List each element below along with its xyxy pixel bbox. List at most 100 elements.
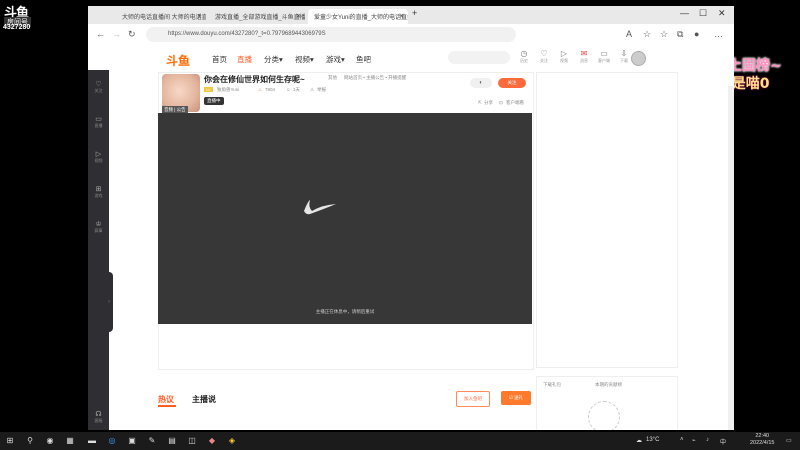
heart-icon: ♡ bbox=[95, 81, 102, 88]
trophy-icon: ♔ bbox=[95, 221, 102, 228]
search-icon[interactable]: ⚲ bbox=[24, 435, 36, 447]
app-icon-5[interactable]: ◆ bbox=[206, 435, 218, 447]
sidebar-item-service[interactable]: ☊ 客服 bbox=[88, 410, 109, 424]
clock-date: 2022/4/15 bbox=[750, 440, 775, 446]
video-icon: ▷ bbox=[95, 151, 102, 158]
sidebar-item-follow[interactable]: ♡ 关注 bbox=[88, 80, 109, 94]
weather-icon[interactable]: ☁ bbox=[636, 437, 642, 444]
refresh-icon[interactable]: ↻ bbox=[128, 29, 136, 40]
sidebar-item-label: 客服 bbox=[94, 418, 103, 423]
edge-icon[interactable]: ◎ bbox=[106, 435, 118, 447]
close-icon[interactable]: ✕ bbox=[197, 13, 202, 20]
favorites-icon[interactable]: ☆ bbox=[660, 29, 668, 40]
headset-icon: ☊ bbox=[95, 411, 102, 418]
sidebar-collapse-handle[interactable]: › bbox=[105, 272, 113, 332]
nav-live[interactable]: 直播 bbox=[237, 54, 252, 65]
heart-icon: ♡ bbox=[540, 49, 548, 58]
nav-yuba[interactable]: 鱼吧 bbox=[356, 54, 371, 65]
sidebar-item-game[interactable]: ⊞ 游戏 bbox=[88, 185, 109, 199]
active-tab-underline bbox=[158, 405, 176, 407]
back-icon[interactable]: ← bbox=[96, 29, 105, 39]
tab-label: 大师的电话直播间 大师的电话直播 bbox=[122, 15, 206, 21]
fire-icon: ♨ bbox=[258, 87, 263, 92]
nav-category[interactable]: 分类▾ bbox=[264, 54, 283, 65]
video-player[interactable]: 主播正在休息中，请稍后重试 bbox=[158, 113, 532, 324]
level-tag: LV bbox=[204, 87, 213, 92]
tray-chevron-icon[interactable]: ˄ bbox=[680, 437, 684, 443]
start-icon[interactable]: ⊞ bbox=[4, 435, 16, 447]
sidebar-item-label: 游戏 bbox=[94, 193, 103, 198]
room-sub-meta: 网站首页 • 主播公告 • 开播提醒 bbox=[344, 75, 407, 80]
douyu-page: 斗鱼 首页 直播 分类▾ 视频▾ 游戏▾ 鱼吧 ◷ 历史 ♡ 关注 ▷ 视频 ✉ 消息 … bbox=[88, 46, 734, 430]
tab-download-gift[interactable]: 下载礼包 bbox=[543, 382, 561, 388]
network-icon[interactable]: ⌁ bbox=[692, 437, 696, 444]
anchor-name[interactable]: 独角兽Yuni bbox=[217, 87, 239, 93]
sidebar-item-match[interactable]: ♔ 赛事 bbox=[88, 220, 109, 234]
search-input[interactable] bbox=[448, 51, 510, 64]
explorer-icon[interactable]: ▬ bbox=[86, 435, 98, 447]
task-view-icon[interactable]: ◉ bbox=[44, 435, 56, 447]
sidebar-item-label: 赛事 bbox=[94, 228, 103, 233]
sidebar-item-label: 直播 bbox=[94, 123, 103, 128]
notification-icon[interactable]: ▭ bbox=[786, 437, 792, 444]
nav-game[interactable]: 游戏▾ bbox=[326, 54, 345, 65]
clock[interactable]: 22:40 2022/4/15 bbox=[750, 433, 774, 447]
tab-anchor-says[interactable]: 主播说 bbox=[192, 394, 216, 405]
forward-icon[interactable]: → bbox=[112, 29, 121, 39]
weather-temp[interactable]: 13°C bbox=[646, 437, 659, 443]
profile-icon[interactable]: ● bbox=[694, 29, 699, 39]
app-icon-2[interactable]: ✎ bbox=[146, 435, 158, 447]
nav-video[interactable]: 视频▾ bbox=[295, 54, 314, 65]
new-tab-button[interactable]: + bbox=[412, 8, 417, 18]
nav-home[interactable]: 首页 bbox=[212, 54, 227, 65]
tab-contribution[interactable]: 本期的贡献榜 bbox=[595, 382, 622, 388]
volume-icon[interactable]: ♪ bbox=[706, 437, 709, 443]
browser-tab-2[interactable]: 游戏直播_全部游戏直播_斗鱼直播 ✕ bbox=[209, 9, 305, 24]
anchor-thumbnail[interactable]: 音频 | 公告 bbox=[162, 74, 200, 114]
widgets-icon[interactable]: ▦ bbox=[64, 435, 76, 447]
sidebar-item-label: 视频 bbox=[94, 158, 103, 163]
share-button[interactable]: 分享 bbox=[484, 100, 493, 106]
page-scrollbar[interactable] bbox=[728, 86, 734, 430]
bell-icon: ✉ bbox=[580, 49, 588, 58]
app-icon-1[interactable]: ▣ bbox=[126, 435, 138, 447]
maximize-button[interactable]: ☐ bbox=[699, 8, 707, 19]
follow-toggle[interactable]: ◐ bbox=[470, 78, 492, 88]
minimize-button[interactable]: — bbox=[680, 8, 689, 18]
app-icon-4[interactable]: ◫ bbox=[186, 435, 198, 447]
tab-hot-discussion[interactable]: 热议 bbox=[158, 394, 174, 405]
favorite-star-icon[interactable]: ☆ bbox=[643, 29, 651, 40]
close-window-button[interactable]: ✕ bbox=[718, 8, 726, 19]
report-link[interactable]: 举报 bbox=[317, 87, 326, 93]
clock-time: 22:40 bbox=[755, 433, 770, 439]
play-icon: ▭ bbox=[95, 116, 102, 123]
player-message: 主播正在休息中，请稍后重试 bbox=[315, 309, 375, 314]
join-yuba-button[interactable]: 加入鱼吧 bbox=[456, 391, 490, 407]
url-input[interactable]: https://www.douyu.com/4327280?_t=0.79796… bbox=[146, 27, 516, 42]
send-gift-button[interactable]: ☑ 送礼 bbox=[501, 391, 531, 405]
client-watch-icon: ⊡ bbox=[499, 100, 503, 105]
read-aloud-icon[interactable]: A bbox=[626, 29, 632, 39]
input-language[interactable]: 中 bbox=[720, 437, 726, 446]
client-watch-button[interactable]: 客户端看 bbox=[506, 100, 524, 106]
play-icon: ▷ bbox=[560, 49, 568, 58]
tab-bar: 大师的电话直播间 大师的电话直播 ✕ 游戏直播_全部游戏直播_斗鱼直播 ✕ 爱童少女… bbox=[88, 6, 734, 24]
follow-button[interactable]: 关注 bbox=[498, 78, 526, 88]
browser-tab-3[interactable]: 爱童少女Yuni的直播_大师的电话直播 ✕ bbox=[308, 9, 408, 24]
avatar[interactable] bbox=[631, 51, 646, 66]
app-icon-6[interactable]: ◈ bbox=[226, 435, 238, 447]
site-logo[interactable]: 斗鱼 bbox=[166, 52, 190, 69]
collections-icon[interactable]: ⧉ bbox=[677, 29, 683, 40]
more-icon[interactable]: … bbox=[714, 29, 723, 39]
gift-icon: ▭ bbox=[600, 49, 608, 58]
browser-tab-1[interactable]: 大师的电话直播间 大师的电话直播 ✕ bbox=[116, 9, 206, 24]
live-hours: 1天 bbox=[293, 87, 301, 92]
tab-label: 游戏直播_全部游戏直播_斗鱼直播 bbox=[215, 15, 305, 21]
close-icon[interactable]: ✕ bbox=[399, 13, 404, 20]
close-icon[interactable]: ✕ bbox=[296, 13, 301, 20]
app-icon-3[interactable]: ▤ bbox=[166, 435, 178, 447]
sidebar-item-live[interactable]: ▭ 直播 bbox=[88, 115, 109, 129]
sidebar-item-video[interactable]: ▷ 视频 bbox=[88, 150, 109, 164]
room-category[interactable]: 其他 bbox=[328, 75, 337, 81]
right-panel bbox=[536, 72, 678, 368]
